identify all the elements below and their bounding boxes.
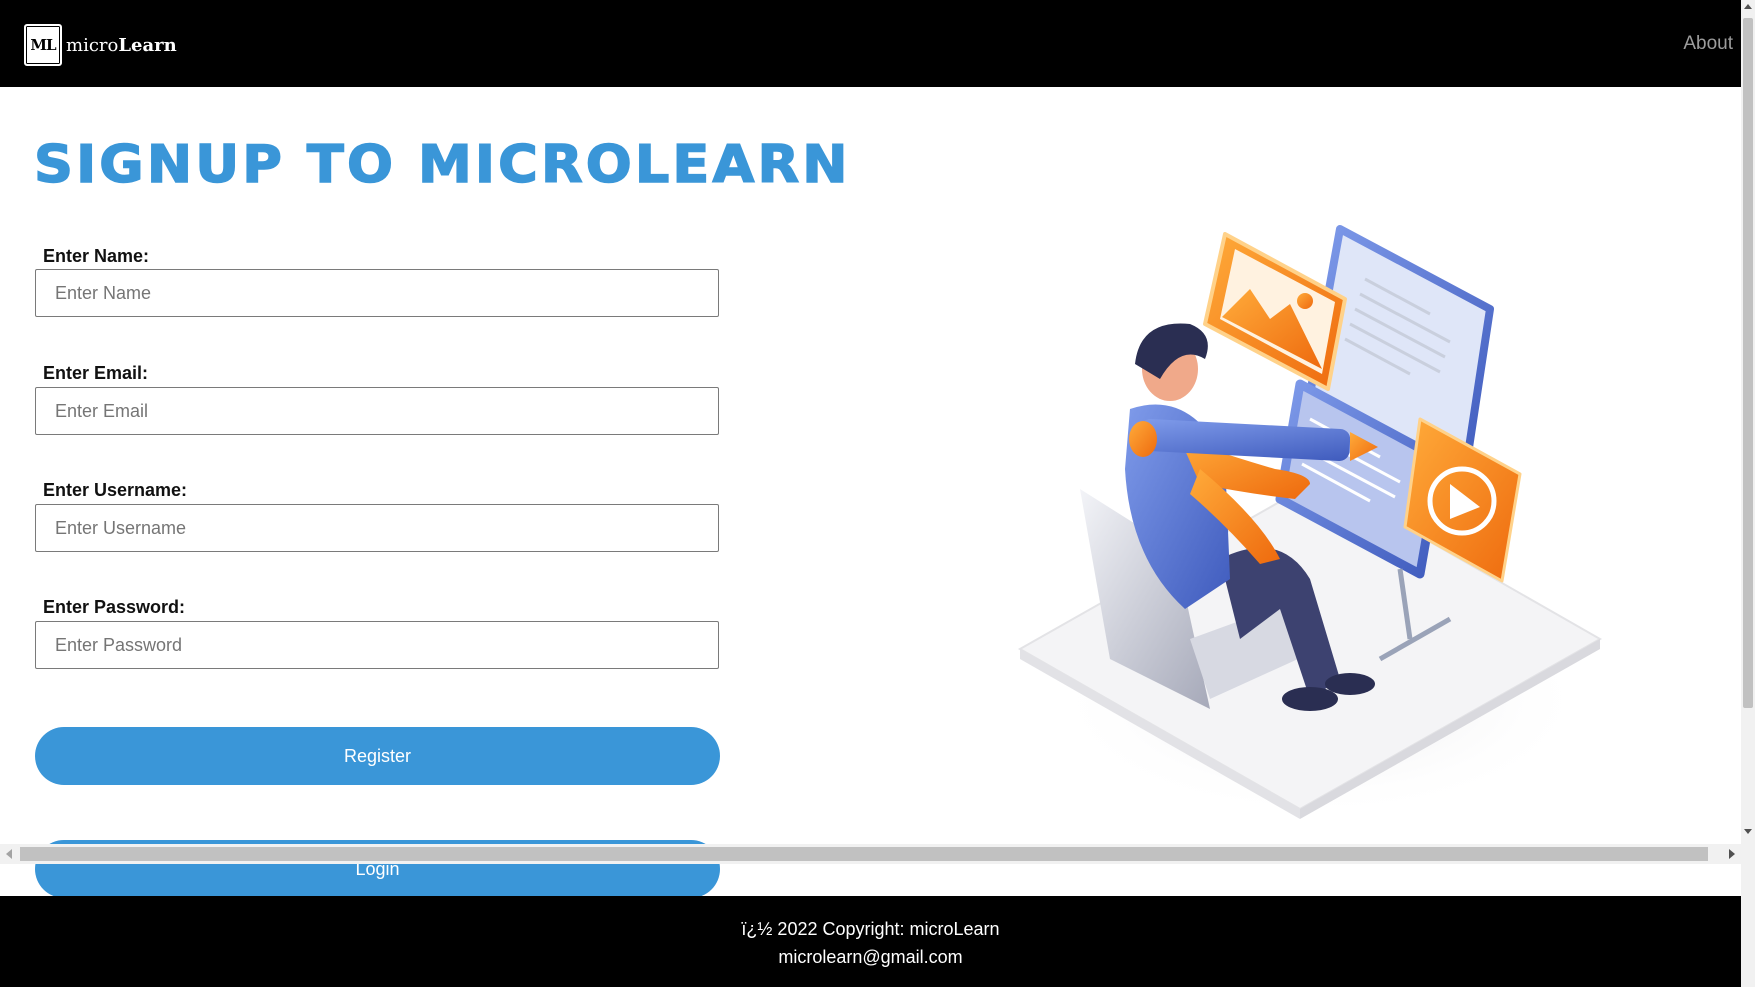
register-button[interactable]: Register (35, 727, 720, 785)
vertical-scrollbar[interactable] (1741, 0, 1755, 987)
username-input[interactable] (35, 504, 719, 552)
scroll-left-icon[interactable] (6, 849, 12, 859)
workspace-illustration (1017, 225, 1603, 819)
nav-about-link[interactable]: About (1683, 33, 1733, 55)
navbar: ML microLearn About (0, 0, 1741, 87)
person-shoe-right (1325, 673, 1375, 695)
image-card-sun (1297, 293, 1313, 309)
brand-prefix: micro (66, 34, 119, 56)
brand-link[interactable]: ML microLearn (24, 24, 177, 66)
username-label: Enter Username: (43, 480, 188, 500)
horizontal-scrollbar-thumb[interactable] (20, 847, 1708, 861)
brand-suffix: Learn (118, 34, 177, 56)
footer-copyright: ï¿½ 2022 Copyright: microLearn (741, 919, 1000, 939)
password-label: Enter Password: (43, 597, 186, 617)
scroll-up-icon[interactable] (1744, 4, 1752, 9)
brand-logo: ML (24, 24, 62, 66)
email-input[interactable] (35, 387, 719, 435)
footer: ï¿½ 2022 Copyright: microLearn microlear… (0, 896, 1741, 987)
person-shoe-left (1282, 687, 1338, 711)
footer-email: microlearn@gmail.com (778, 947, 963, 967)
name-input[interactable] (35, 269, 719, 317)
page-title: Signup to microLearn (33, 134, 851, 196)
horizontal-scrollbar[interactable] (0, 844, 1741, 864)
vertical-scrollbar-thumb[interactable] (1743, 18, 1753, 708)
password-input[interactable] (35, 621, 719, 669)
scroll-right-icon[interactable] (1729, 849, 1735, 859)
email-label: Enter Email: (43, 363, 149, 383)
pencil-end (1129, 421, 1157, 457)
scroll-down-icon[interactable] (1744, 829, 1752, 834)
main-content: Signup to microLearn Enter Name: Enter E… (0, 87, 1741, 896)
brand-name: microLearn (66, 35, 177, 56)
name-label: Enter Name: (43, 246, 150, 266)
